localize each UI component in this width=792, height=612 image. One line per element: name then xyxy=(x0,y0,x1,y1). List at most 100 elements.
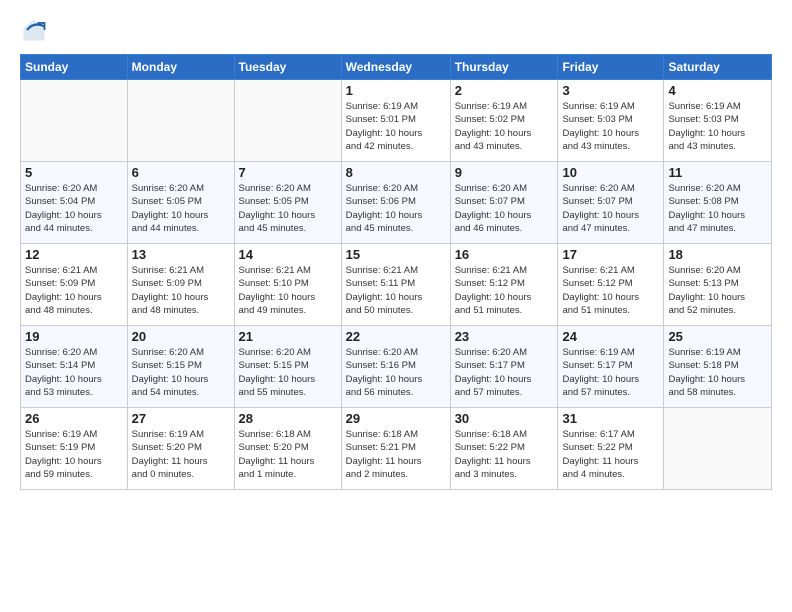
day-info: Sunrise: 6:20 AM Sunset: 5:05 PM Dayligh… xyxy=(132,182,230,235)
day-info: Sunrise: 6:21 AM Sunset: 5:11 PM Dayligh… xyxy=(346,264,446,317)
day-number: 12 xyxy=(25,247,123,262)
calendar-cell: 16 Sunrise: 6:21 AM Sunset: 5:12 PM Dayli… xyxy=(450,244,558,326)
day-number: 28 xyxy=(239,411,337,426)
day-info: Sunrise: 6:18 AM Sunset: 5:21 PM Dayligh… xyxy=(346,428,446,481)
week-row-4: 19 Sunrise: 6:20 AM Sunset: 5:14 PM Dayli… xyxy=(21,326,772,408)
calendar-cell: 30Sunrise: 6:18 AM Sunset: 5:22 PM Dayli… xyxy=(450,408,558,490)
calendar-cell: 28Sunrise: 6:18 AM Sunset: 5:20 PM Dayli… xyxy=(234,408,341,490)
day-info: Sunrise: 6:21 AM Sunset: 5:10 PM Dayligh… xyxy=(239,264,337,317)
weekday-header-friday: Friday xyxy=(558,55,664,80)
day-number: 10 xyxy=(562,165,659,180)
weekday-header-tuesday: Tuesday xyxy=(234,55,341,80)
day-info: Sunrise: 6:20 AM Sunset: 5:17 PM Dayligh… xyxy=(455,346,554,399)
week-row-1: 1 Sunrise: 6:19 AM Sunset: 5:01 PM Daylig… xyxy=(21,80,772,162)
calendar-cell: 29Sunrise: 6:18 AM Sunset: 5:21 PM Dayli… xyxy=(341,408,450,490)
day-number: 13 xyxy=(132,247,230,262)
calendar-page: SundayMondayTuesdayWednesdayThursdayFrid… xyxy=(0,0,792,612)
calendar-cell: 2Sunrise: 6:19 AM Sunset: 5:02 PM Daylig… xyxy=(450,80,558,162)
weekday-header-row: SundayMondayTuesdayWednesdayThursdayFrid… xyxy=(21,55,772,80)
day-info: Sunrise: 6:20 AM Sunset: 5:07 PM Dayligh… xyxy=(562,182,659,235)
week-row-5: 26 Sunrise: 6:19 AM Sunset: 5:19 PM Dayli… xyxy=(21,408,772,490)
calendar-cell: 5 Sunrise: 6:20 AM Sunset: 5:04 PM Daylig… xyxy=(21,162,128,244)
week-row-3: 12 Sunrise: 6:21 AM Sunset: 5:09 PM Dayli… xyxy=(21,244,772,326)
logo xyxy=(20,16,52,44)
calendar-cell: 15 Sunrise: 6:21 AM Sunset: 5:11 PM Dayli… xyxy=(341,244,450,326)
day-info: Sunrise: 6:20 AM Sunset: 5:08 PM Dayligh… xyxy=(668,182,767,235)
day-number: 5 xyxy=(25,165,123,180)
calendar-table: SundayMondayTuesdayWednesdayThursdayFrid… xyxy=(20,54,772,490)
day-number: 7 xyxy=(239,165,337,180)
calendar-cell: 13 Sunrise: 6:21 AM Sunset: 5:09 PM Dayli… xyxy=(127,244,234,326)
day-info: Sunrise: 6:19 AM Sunset: 5:19 PM Dayligh… xyxy=(25,428,123,481)
calendar-cell: 6Sunrise: 6:20 AM Sunset: 5:05 PM Daylig… xyxy=(127,162,234,244)
day-info: Sunrise: 6:20 AM Sunset: 5:14 PM Dayligh… xyxy=(25,346,123,399)
logo-icon xyxy=(20,16,48,44)
weekday-header-thursday: Thursday xyxy=(450,55,558,80)
day-info: Sunrise: 6:19 AM Sunset: 5:18 PM Dayligh… xyxy=(668,346,767,399)
day-number: 27 xyxy=(132,411,230,426)
day-number: 21 xyxy=(239,329,337,344)
day-number: 26 xyxy=(25,411,123,426)
calendar-cell: 26 Sunrise: 6:19 AM Sunset: 5:19 PM Dayli… xyxy=(21,408,128,490)
calendar-cell: 14 Sunrise: 6:21 AM Sunset: 5:10 PM Dayli… xyxy=(234,244,341,326)
day-number: 23 xyxy=(455,329,554,344)
day-number: 11 xyxy=(668,165,767,180)
day-number: 17 xyxy=(562,247,659,262)
calendar-cell xyxy=(127,80,234,162)
day-number: 1 xyxy=(346,83,446,98)
day-info: Sunrise: 6:21 AM Sunset: 5:12 PM Dayligh… xyxy=(562,264,659,317)
page-header xyxy=(20,16,772,44)
day-number: 22 xyxy=(346,329,446,344)
calendar-cell: 22 Sunrise: 6:20 AM Sunset: 5:16 PM Dayli… xyxy=(341,326,450,408)
day-number: 9 xyxy=(455,165,554,180)
calendar-cell: 19 Sunrise: 6:20 AM Sunset: 5:14 PM Dayli… xyxy=(21,326,128,408)
calendar-cell: 24 Sunrise: 6:19 AM Sunset: 5:17 PM Dayli… xyxy=(558,326,664,408)
day-number: 19 xyxy=(25,329,123,344)
calendar-cell: 9 Sunrise: 6:20 AM Sunset: 5:07 PM Daylig… xyxy=(450,162,558,244)
day-number: 16 xyxy=(455,247,554,262)
day-info: Sunrise: 6:17 AM Sunset: 5:22 PM Dayligh… xyxy=(562,428,659,481)
day-number: 24 xyxy=(562,329,659,344)
day-number: 4 xyxy=(668,83,767,98)
calendar-cell: 17 Sunrise: 6:21 AM Sunset: 5:12 PM Dayli… xyxy=(558,244,664,326)
calendar-cell: 27 Sunrise: 6:19 AM Sunset: 5:20 PM Dayli… xyxy=(127,408,234,490)
day-info: Sunrise: 6:19 AM Sunset: 5:01 PM Dayligh… xyxy=(346,100,446,153)
calendar-cell: 20 Sunrise: 6:20 AM Sunset: 5:15 PM Dayli… xyxy=(127,326,234,408)
calendar-cell: 18 Sunrise: 6:20 AM Sunset: 5:13 PM Dayli… xyxy=(664,244,772,326)
day-number: 14 xyxy=(239,247,337,262)
calendar-cell: 3Sunrise: 6:19 AM Sunset: 5:03 PM Daylig… xyxy=(558,80,664,162)
day-info: Sunrise: 6:20 AM Sunset: 5:07 PM Dayligh… xyxy=(455,182,554,235)
day-info: Sunrise: 6:20 AM Sunset: 5:16 PM Dayligh… xyxy=(346,346,446,399)
day-number: 15 xyxy=(346,247,446,262)
calendar-cell xyxy=(21,80,128,162)
day-info: Sunrise: 6:20 AM Sunset: 5:04 PM Dayligh… xyxy=(25,182,123,235)
calendar-cell: 4Sunrise: 6:19 AM Sunset: 5:03 PM Daylig… xyxy=(664,80,772,162)
day-info: Sunrise: 6:21 AM Sunset: 5:09 PM Dayligh… xyxy=(25,264,123,317)
weekday-header-wednesday: Wednesday xyxy=(341,55,450,80)
day-number: 18 xyxy=(668,247,767,262)
day-info: Sunrise: 6:19 AM Sunset: 5:20 PM Dayligh… xyxy=(132,428,230,481)
day-info: Sunrise: 6:20 AM Sunset: 5:15 PM Dayligh… xyxy=(239,346,337,399)
day-info: Sunrise: 6:19 AM Sunset: 5:03 PM Dayligh… xyxy=(562,100,659,153)
weekday-header-saturday: Saturday xyxy=(664,55,772,80)
day-number: 20 xyxy=(132,329,230,344)
day-info: Sunrise: 6:20 AM Sunset: 5:13 PM Dayligh… xyxy=(668,264,767,317)
day-number: 8 xyxy=(346,165,446,180)
calendar-cell: 23 Sunrise: 6:20 AM Sunset: 5:17 PM Dayli… xyxy=(450,326,558,408)
day-info: Sunrise: 6:20 AM Sunset: 5:15 PM Dayligh… xyxy=(132,346,230,399)
calendar-cell: 1 Sunrise: 6:19 AM Sunset: 5:01 PM Daylig… xyxy=(341,80,450,162)
calendar-cell: 8Sunrise: 6:20 AM Sunset: 5:06 PM Daylig… xyxy=(341,162,450,244)
day-info: Sunrise: 6:21 AM Sunset: 5:12 PM Dayligh… xyxy=(455,264,554,317)
day-info: Sunrise: 6:20 AM Sunset: 5:05 PM Dayligh… xyxy=(239,182,337,235)
calendar-cell: 25Sunrise: 6:19 AM Sunset: 5:18 PM Dayli… xyxy=(664,326,772,408)
calendar-cell: 10 Sunrise: 6:20 AM Sunset: 5:07 PM Dayli… xyxy=(558,162,664,244)
weekday-header-sunday: Sunday xyxy=(21,55,128,80)
calendar-cell: 12 Sunrise: 6:21 AM Sunset: 5:09 PM Dayli… xyxy=(21,244,128,326)
day-info: Sunrise: 6:19 AM Sunset: 5:02 PM Dayligh… xyxy=(455,100,554,153)
calendar-cell xyxy=(234,80,341,162)
calendar-cell: 7 Sunrise: 6:20 AM Sunset: 5:05 PM Daylig… xyxy=(234,162,341,244)
calendar-cell: 11 Sunrise: 6:20 AM Sunset: 5:08 PM Dayli… xyxy=(664,162,772,244)
day-info: Sunrise: 6:21 AM Sunset: 5:09 PM Dayligh… xyxy=(132,264,230,317)
day-info: Sunrise: 6:19 AM Sunset: 5:17 PM Dayligh… xyxy=(562,346,659,399)
day-number: 30 xyxy=(455,411,554,426)
